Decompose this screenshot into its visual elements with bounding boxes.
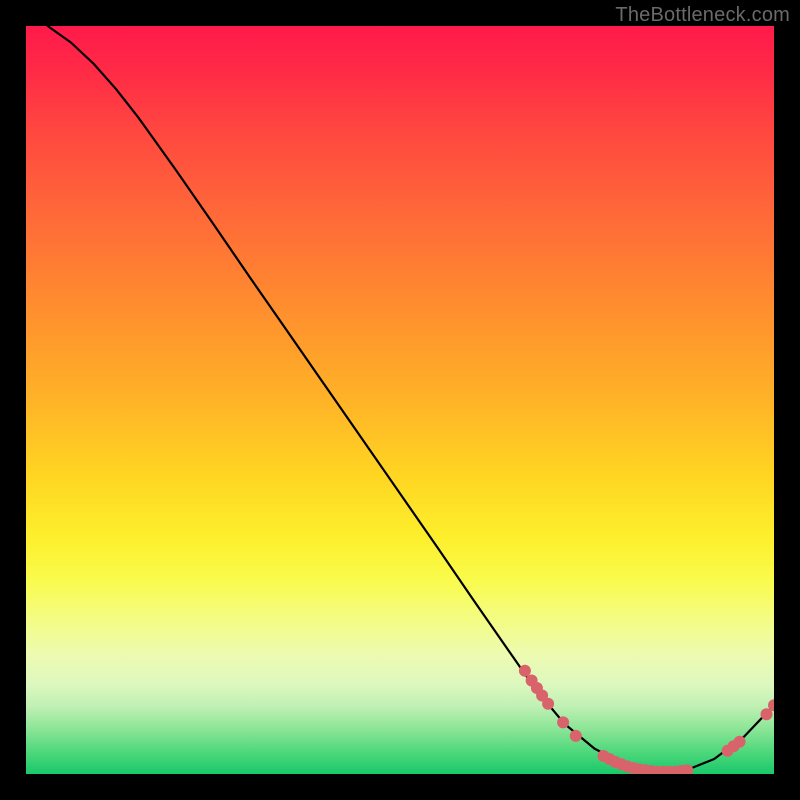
data-point bbox=[519, 665, 531, 677]
data-point bbox=[734, 736, 746, 748]
plot-area bbox=[26, 26, 774, 774]
curve-layer bbox=[26, 26, 774, 774]
chart-stage: TheBottleneck.com bbox=[0, 0, 800, 800]
marker-group bbox=[519, 665, 774, 774]
data-point bbox=[542, 698, 554, 710]
bottleneck-curve bbox=[48, 26, 774, 772]
data-point bbox=[570, 730, 582, 742]
data-point bbox=[557, 716, 569, 728]
watermark-text: TheBottleneck.com bbox=[615, 4, 790, 27]
